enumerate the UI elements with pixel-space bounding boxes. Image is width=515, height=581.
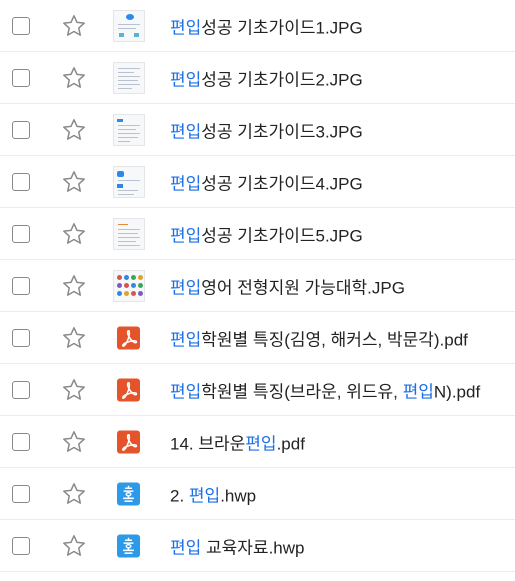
file-list: 편입성공 기초가이드1.JPG 편입성공 기초가이드2.JPG 편입성공 기초가… [0, 0, 515, 572]
select-checkbox[interactable] [12, 432, 30, 451]
file-name[interactable]: 편입성공 기초가이드3.JPG [170, 117, 363, 142]
file-name[interactable]: 편입성공 기초가이드2.JPG [170, 65, 363, 90]
star-icon[interactable] [61, 429, 87, 455]
file-name[interactable]: 편입학원별 특징(김영, 해커스, 박문각).pdf [170, 325, 468, 350]
file-row[interactable]: 편입성공 기초가이드2.JPG [0, 52, 515, 104]
file-name[interactable]: 편입영어 전형지원 가능대학.JPG [170, 273, 405, 298]
star-icon[interactable] [61, 221, 87, 247]
star-icon[interactable] [61, 481, 87, 507]
select-checkbox[interactable] [12, 68, 30, 87]
select-checkbox[interactable] [12, 16, 30, 35]
select-checkbox[interactable] [12, 224, 30, 243]
pdf-icon [117, 326, 140, 349]
select-checkbox[interactable] [12, 484, 30, 503]
file-name[interactable]: 편입성공 기초가이드5.JPG [170, 221, 363, 246]
file-row[interactable]: 편입학원별 특징(김영, 해커스, 박문각).pdf [0, 312, 515, 364]
select-checkbox[interactable] [12, 536, 30, 555]
image-thumbnail [113, 61, 145, 94]
image-thumbnail [113, 165, 145, 198]
file-row[interactable]: 14. 브라운편입.pdf [0, 416, 515, 468]
star-icon[interactable] [61, 325, 87, 351]
image-thumbnail [113, 217, 145, 250]
file-row[interactable]: 편입 교육자료.hwp [0, 520, 515, 572]
file-row[interactable]: 편입성공 기초가이드4.JPG [0, 156, 515, 208]
image-thumbnail [113, 113, 145, 146]
file-name[interactable]: 편입학원별 특징(브라운, 위드유, 편입N).pdf [170, 377, 480, 402]
star-icon[interactable] [61, 273, 87, 299]
file-row[interactable]: 편입성공 기초가이드3.JPG [0, 104, 515, 156]
hwp-icon [117, 482, 140, 505]
select-checkbox[interactable] [12, 328, 30, 347]
star-icon[interactable] [61, 13, 87, 39]
image-thumbnail [113, 9, 145, 42]
star-icon[interactable] [61, 117, 87, 143]
star-icon[interactable] [61, 65, 87, 91]
pdf-icon [117, 430, 140, 453]
file-row[interactable]: 편입성공 기초가이드1.JPG [0, 0, 515, 52]
file-name[interactable]: 2. 편입.hwp [170, 481, 256, 506]
file-row[interactable]: 편입성공 기초가이드5.JPG [0, 208, 515, 260]
file-row[interactable]: 편입학원별 특징(브라운, 위드유, 편입N).pdf [0, 364, 515, 416]
file-name[interactable]: 편입성공 기초가이드1.JPG [170, 13, 363, 38]
select-checkbox[interactable] [12, 276, 30, 295]
select-checkbox[interactable] [12, 380, 30, 399]
file-name[interactable]: 14. 브라운편입.pdf [170, 429, 305, 454]
pdf-icon [117, 378, 140, 401]
image-thumbnail [113, 269, 145, 302]
hwp-icon [117, 534, 140, 557]
star-icon[interactable] [61, 377, 87, 403]
star-icon[interactable] [61, 533, 87, 559]
file-name[interactable]: 편입 교육자료.hwp [170, 533, 304, 558]
file-name[interactable]: 편입성공 기초가이드4.JPG [170, 169, 363, 194]
select-checkbox[interactable] [12, 120, 30, 139]
file-row[interactable]: 2. 편입.hwp [0, 468, 515, 520]
select-checkbox[interactable] [12, 172, 30, 191]
star-icon[interactable] [61, 169, 87, 195]
file-row[interactable]: 편입영어 전형지원 가능대학.JPG [0, 260, 515, 312]
